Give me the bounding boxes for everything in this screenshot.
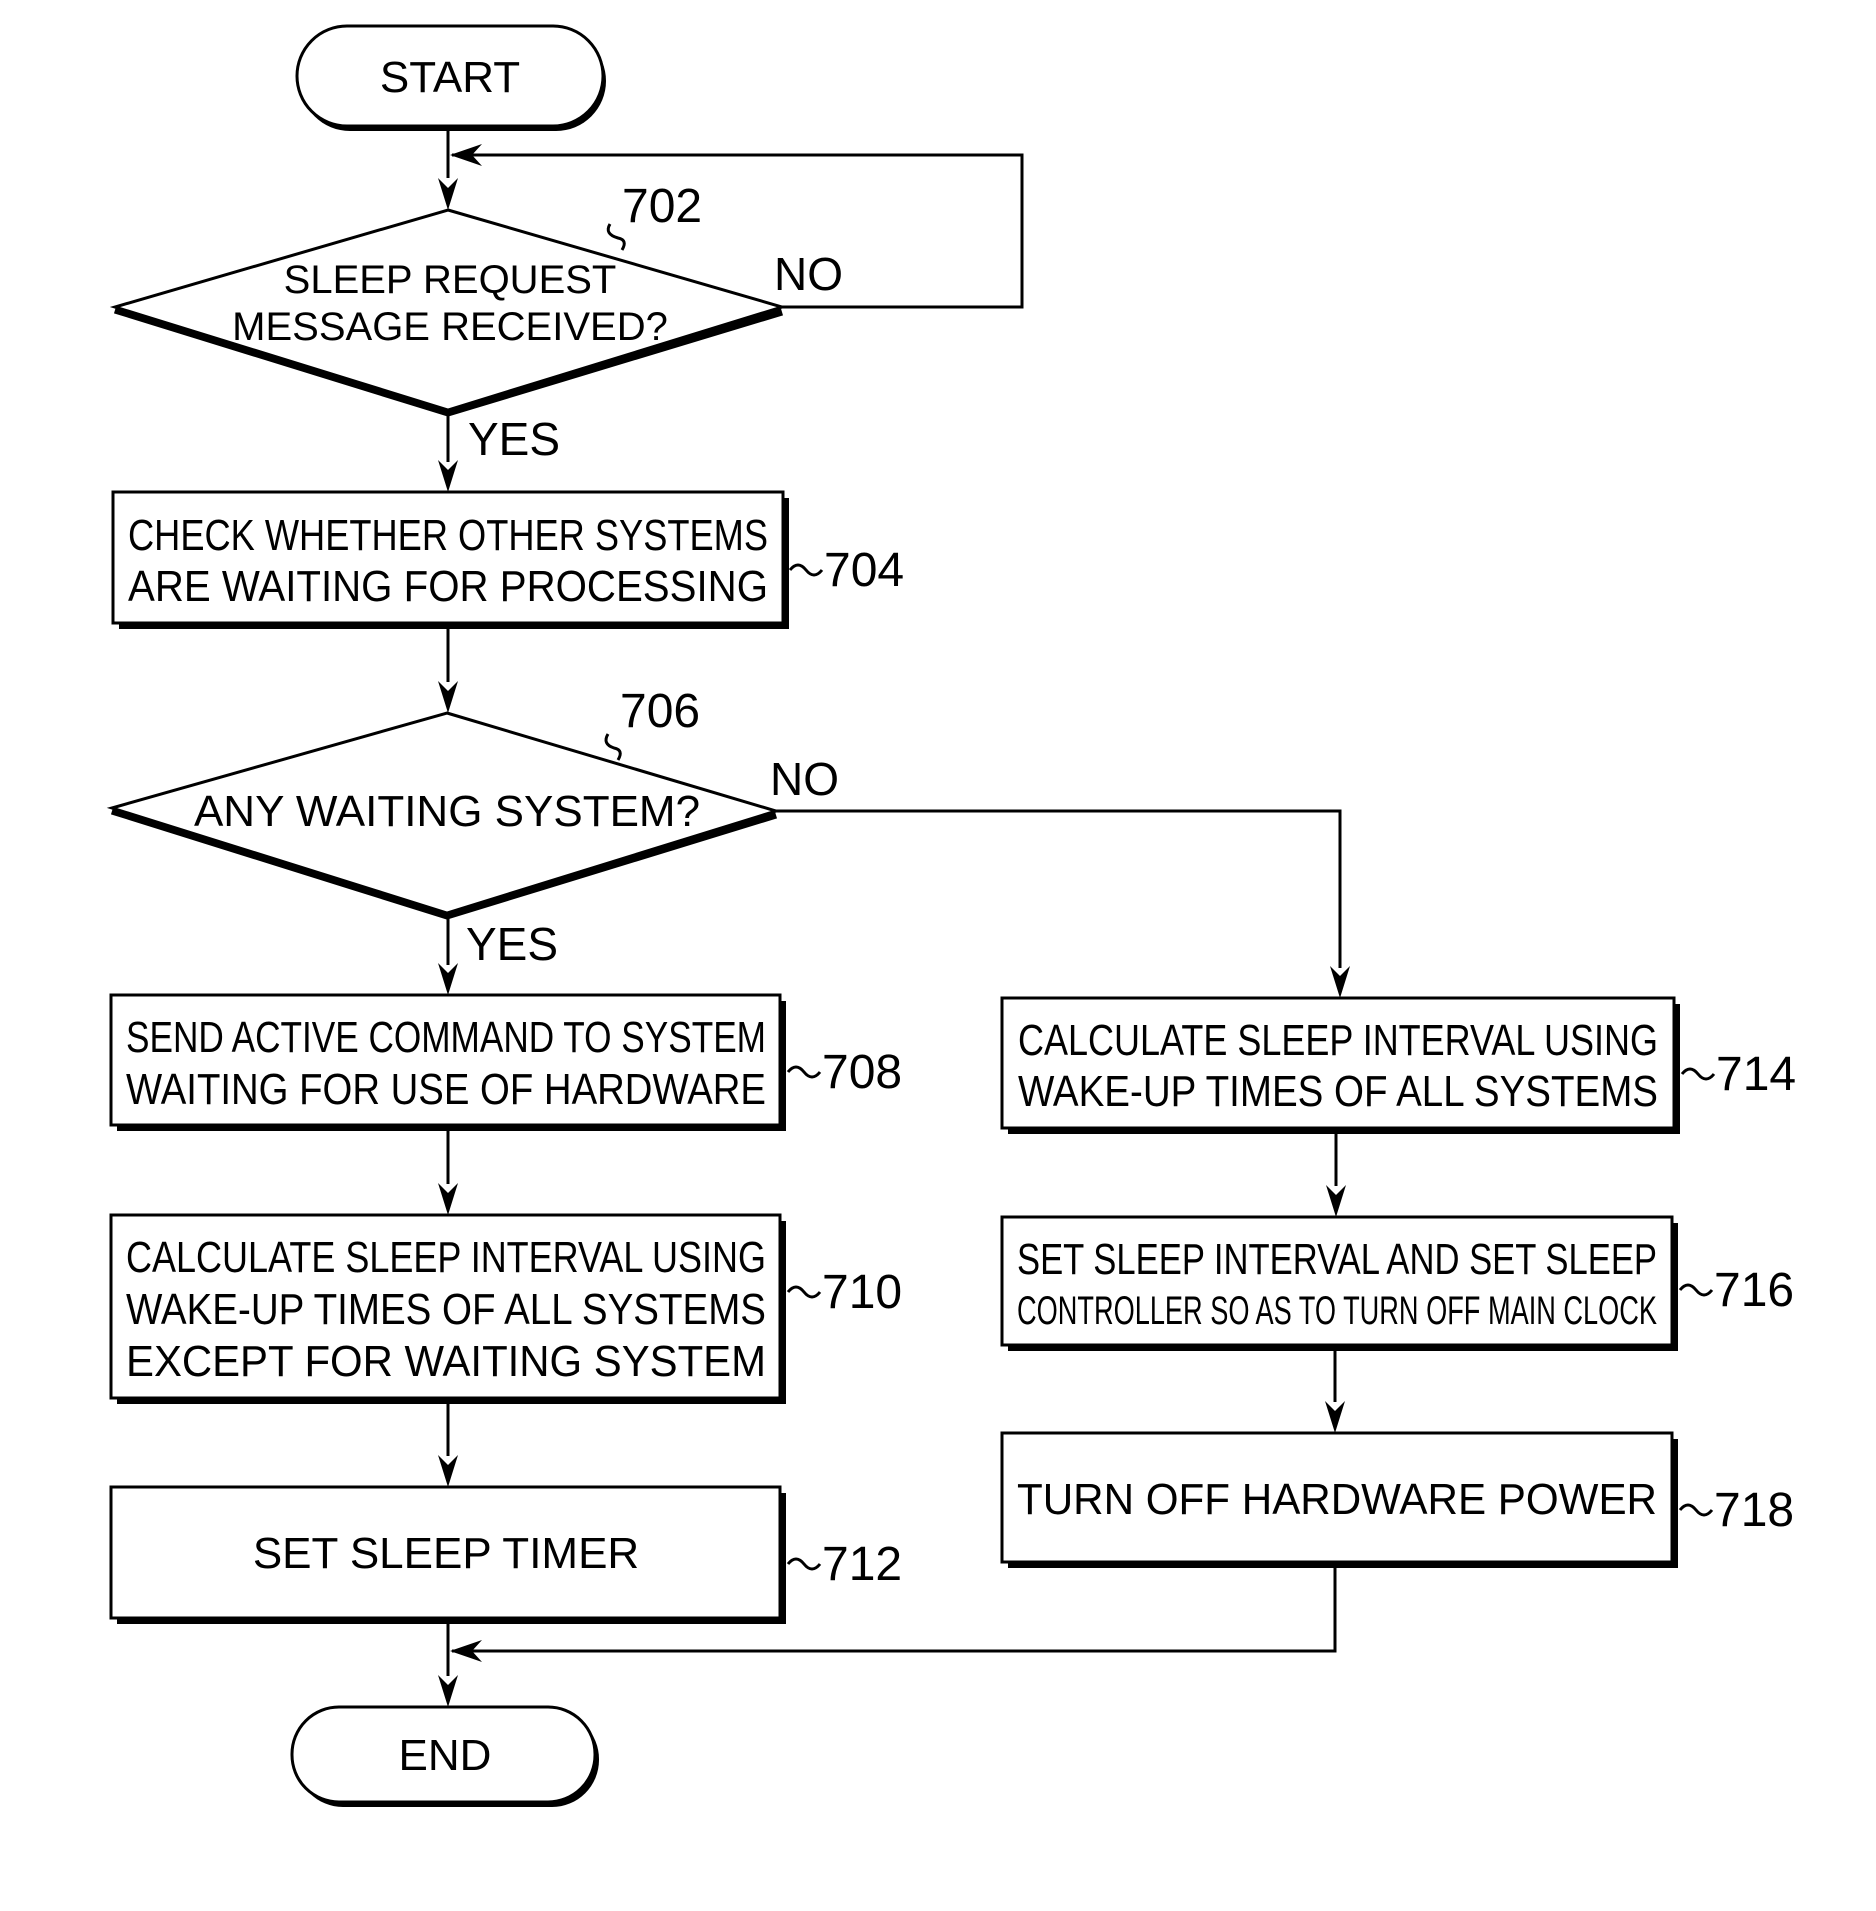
decision-706: ANY WAITING SYSTEM? 706: [106, 685, 782, 920]
ref-712-leader: [786, 1557, 822, 1571]
ref-710: 710: [822, 1266, 902, 1319]
edge-702-704: YES: [438, 413, 560, 492]
edge-706-708: YES: [438, 916, 558, 995]
ref-706-leader: [604, 733, 622, 761]
process-712-line-1: SET SLEEP TIMER: [253, 1529, 639, 1578]
decision-706-no-label: NO: [770, 753, 839, 805]
arrow-head-icon: [438, 1675, 458, 1707]
ref-712: 712: [822, 1538, 902, 1591]
process-718: TURN OFF HARDWARE POWER 718: [1000, 1431, 1794, 1568]
process-718-line-1: TURN OFF HARDWARE POWER: [1017, 1475, 1657, 1524]
decision-706-line-1: ANY WAITING SYSTEM?: [194, 787, 700, 836]
ref-702: 702: [622, 180, 702, 233]
process-704-line-1: CHECK WHETHER OTHER SYSTEMS: [128, 511, 768, 560]
decision-702-no-label: NO: [774, 248, 843, 300]
decision-702-line-1: SLEEP REQUEST: [284, 258, 617, 302]
ref-704-leader: [788, 563, 824, 577]
decision-702-yes-label: YES: [468, 413, 560, 465]
arrow-head-icon: [438, 963, 458, 995]
process-708-line-1: SEND ACTIVE COMMAND TO SYSTEM: [126, 1013, 766, 1062]
process-716-line-2: CONTROLLER SO AS TO TURN OFF MAIN CLOCK: [1017, 1289, 1657, 1333]
process-714-line-2: WAKE-UP TIMES OF ALL SYSTEMS: [1018, 1067, 1658, 1116]
edge-708-710: [438, 1131, 458, 1215]
arrow-head-icon: [1326, 1185, 1346, 1217]
end-label: END: [399, 1731, 492, 1780]
arrow-head-icon: [1325, 1401, 1345, 1433]
arrow-head-icon: [438, 460, 458, 492]
process-710-line-2: WAKE-UP TIMES OF ALL SYSTEMS: [126, 1285, 766, 1334]
ref-706: 706: [620, 685, 700, 738]
process-714-line-1: CALCULATE SLEEP INTERVAL USING: [1018, 1016, 1658, 1065]
edge-716-718: [1325, 1351, 1345, 1433]
ref-716: 716: [1714, 1264, 1794, 1317]
ref-708: 708: [822, 1046, 902, 1099]
flowchart: START NO SLEEP REQUEST MESSAGE RECEIVED?…: [106, 24, 1796, 1807]
process-712: SET SLEEP TIMER 712: [109, 1485, 902, 1624]
arrow-head-icon: [1330, 966, 1350, 998]
start-label: START: [380, 53, 520, 102]
process-716-line-1: SET SLEEP INTERVAL AND SET SLEEP: [1017, 1235, 1657, 1284]
process-710-line-3: EXCEPT FOR WAITING SYSTEM: [126, 1337, 766, 1386]
arrow-head-icon: [438, 1455, 458, 1487]
edge-714-716: [1326, 1134, 1346, 1217]
arrow-head-icon: [438, 1183, 458, 1215]
edge-start-702: [438, 126, 458, 210]
process-710: CALCULATE SLEEP INTERVAL USING WAKE-UP T…: [109, 1213, 902, 1404]
process-716: SET SLEEP INTERVAL AND SET SLEEP CONTROL…: [1000, 1215, 1794, 1351]
decision-702: SLEEP REQUEST MESSAGE RECEIVED? 702: [109, 180, 788, 417]
decision-706-yes-label: YES: [466, 918, 558, 970]
ref-714: 714: [1716, 1048, 1796, 1101]
process-708: SEND ACTIVE COMMAND TO SYSTEM WAITING FO…: [109, 993, 902, 1131]
process-710-line-1: CALCULATE SLEEP INTERVAL USING: [126, 1233, 766, 1282]
ref-718-leader: [1678, 1503, 1714, 1517]
decision-702-line-2: MESSAGE RECEIVED?: [232, 305, 668, 349]
ref-716-leader: [1678, 1283, 1714, 1297]
ref-708-leader: [786, 1065, 822, 1079]
process-704: CHECK WHETHER OTHER SYSTEMS ARE WAITING …: [111, 490, 904, 629]
ref-714-leader: [1680, 1067, 1716, 1081]
ref-704: 704: [824, 544, 904, 597]
edge-706-714: NO: [770, 753, 1350, 998]
arrow-head-icon: [438, 178, 458, 210]
ref-718: 718: [1714, 1484, 1794, 1537]
ref-710-leader: [786, 1285, 822, 1299]
arrow-head-icon: [438, 681, 458, 713]
process-714: CALCULATE SLEEP INTERVAL USING WAKE-UP T…: [1000, 996, 1796, 1134]
start-terminal: START: [295, 24, 606, 131]
edge-712-end: [438, 1624, 458, 1707]
process-708-line-2: WAITING FOR USE OF HARDWARE: [126, 1065, 766, 1114]
end-terminal: END: [290, 1705, 599, 1807]
edge-710-712: [438, 1404, 458, 1487]
process-704-line-2: ARE WAITING FOR PROCESSING: [128, 562, 768, 611]
edge-704-706: [438, 629, 458, 713]
